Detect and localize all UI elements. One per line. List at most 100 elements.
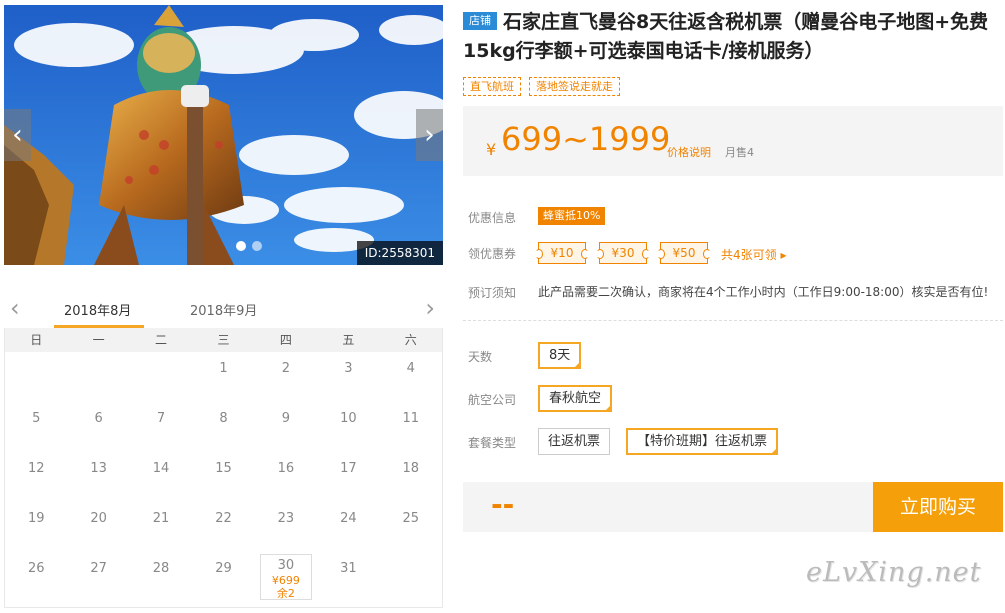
calendar-prev-month-chevron-left-icon[interactable]: ‹ <box>10 294 20 322</box>
gallery-dot-1[interactable] <box>236 241 246 251</box>
option-package-roundtrip[interactable]: 往返机票 <box>538 428 611 455</box>
price-panel: ¥ 699~1999 价格说明 月售4 <box>463 106 1003 176</box>
airline-label: 航空公司 <box>468 393 517 407</box>
calendar-day-number: 16 <box>277 461 295 476</box>
weekday-label: 六 <box>404 333 417 347</box>
calendar-day: 8 <box>192 402 254 452</box>
calendar-day-number: 7 <box>156 411 166 426</box>
calendar-day-number: 2 <box>281 361 291 376</box>
calendar-day-number: 1 <box>219 361 228 376</box>
price-range: 699~1999 <box>501 120 671 158</box>
product-tags: 直飞航班 落地签说走就走 <box>463 77 620 96</box>
price-explanation-link[interactable]: 价格说明 <box>667 144 711 160</box>
calendar-empty-cell <box>67 352 129 402</box>
calendar-day: 17 <box>317 452 379 502</box>
calendar-day: 10 <box>317 402 379 452</box>
calendar-day-number: 22 <box>215 511 232 526</box>
calendar-day-number: 28 <box>152 561 170 576</box>
calendar-days: 1 2 3 4 5 6 7 8 9 10 11 12 13 14 15 16 17 18 19 20 21 22 23 24 2… <box>5 352 442 602</box>
calendar-day-number: 3 <box>344 361 353 376</box>
product-title-block: 店铺 石家庄直飞曼谷8天往返含税机票（赠曼谷电子地图+免费15kg行李额+可选泰国… <box>463 8 1003 66</box>
gallery-next-button[interactable]: › <box>416 109 443 161</box>
calendar-day: 5 <box>5 402 67 452</box>
option-airline-spring[interactable]: 春秋航空 <box>538 385 613 412</box>
calendar-next-month-chevron-right-icon[interactable]: › <box>425 294 435 322</box>
coupon-10[interactable]: ¥10 <box>535 242 589 264</box>
calendar-day: 12 <box>5 452 67 502</box>
calendar-day: 18 <box>380 452 442 502</box>
departure-calendar: ‹ 2018年8月 2018年9月 › 日 一 二 三 四 五 六 123456… <box>4 292 443 608</box>
calendar-day: 24 <box>317 502 379 552</box>
gallery-pagination-dots <box>236 241 262 251</box>
calendar-day-number: 24 <box>340 511 357 526</box>
image-id-label: ID:2558301 <box>356 241 443 265</box>
gallery-dot-2[interactable] <box>252 241 262 251</box>
calendar-day-number: 5 <box>32 411 41 426</box>
calendar-day-number: 14 <box>152 461 170 476</box>
calendar-day-number: 8 <box>219 411 228 426</box>
calendar-day-number: 17 <box>340 461 357 476</box>
calendar-day: 26 <box>5 552 67 602</box>
calendar-day: 29 <box>192 552 254 602</box>
promo-info-label: 优惠信息 <box>468 211 517 225</box>
weekday-label: 二 <box>155 333 168 347</box>
calendar-tab-month-1[interactable]: 2018年8月 <box>64 300 131 319</box>
calendar-day-number: 26 <box>27 561 45 576</box>
coupon-30[interactable]: ¥30 <box>596 242 650 264</box>
product-title: 石家庄直飞曼谷8天往返含税机票（赠曼谷电子地图+免费15kg行李额+可选泰国电话… <box>463 11 989 62</box>
calendar-day-number: 9 <box>281 411 291 426</box>
calendar-day-number: 10 <box>340 411 357 426</box>
coupon-50[interactable]: ¥50 <box>657 242 711 264</box>
calendar-day-number: 25 <box>402 511 420 526</box>
shop-badge: 店铺 <box>463 12 497 30</box>
calendar-day: 19 <box>5 502 67 552</box>
calendar-day: 23 <box>255 502 317 552</box>
calendar-day-stock: 余2 <box>276 587 295 600</box>
calendar-day: 11 <box>380 402 442 452</box>
calendar-tab-month-2[interactable]: 2018年9月 <box>190 300 257 319</box>
calendar-day: 22 <box>192 502 254 552</box>
option-package-special-roundtrip[interactable]: 【特价班期】往返机票 <box>626 428 779 455</box>
calendar-day-number: 12 <box>27 461 45 476</box>
calendar-day: 6 <box>67 402 129 452</box>
calendar-day: 13 <box>67 452 129 502</box>
currency-symbol: ¥ <box>486 140 497 159</box>
buy-now-button[interactable]: 立即购买 <box>873 482 1003 532</box>
purchase-bar: -- 立即购买 <box>463 482 1003 532</box>
calendar-grid: 日 一 二 三 四 五 六 1 2 3 4 5 6 7 8 9 10 11 12 13 14 15 16 17 1… <box>4 328 443 608</box>
calendar-day-number: 6 <box>94 411 103 426</box>
weekday-label: 一 <box>92 333 105 347</box>
weekday-label: 五 <box>342 333 355 347</box>
coupon-more-link[interactable]: 共4张可领 ▸ <box>721 246 786 263</box>
product-tag: 直飞航班 <box>463 77 521 96</box>
calendar-day: 9 <box>255 402 317 452</box>
gallery-prev-button[interactable]: ‹ <box>4 109 31 161</box>
calendar-day-number: 23 <box>277 511 295 526</box>
calendar-empty-cell <box>130 352 192 402</box>
calendar-day: 1 <box>192 352 254 402</box>
calendar-day-available[interactable]: 30 ¥699 余2 <box>259 554 313 600</box>
calendar-day: 20 <box>67 502 129 552</box>
calendar-day-price: ¥699 <box>271 574 300 587</box>
monthly-sales: 月售4 <box>725 146 754 159</box>
calendar-day: 27 <box>67 552 129 602</box>
days-label: 天数 <box>468 350 493 364</box>
calendar-day: 28 <box>130 552 192 602</box>
calendar-day-number: 19 <box>27 511 45 526</box>
promo-badge: 蜂蜜抵10% <box>538 207 606 225</box>
calendar-day-number: 21 <box>152 511 170 526</box>
calendar-day: 3 <box>317 352 379 402</box>
calendar-day: 15 <box>192 452 254 502</box>
weekday-label: 三 <box>217 333 230 347</box>
calendar-day-number: 27 <box>90 561 107 576</box>
section-divider <box>463 320 1003 321</box>
weekday-label: 日 <box>30 333 43 347</box>
weekday-label: 四 <box>279 333 292 347</box>
calendar-day-number: 4 <box>406 361 415 376</box>
calendar-day: 25 <box>380 502 442 552</box>
product-image-gallery[interactable]: ‹ › ID:2558301 <box>4 5 443 265</box>
calendar-day: 7 <box>130 402 192 452</box>
calendar-day: 21 <box>130 502 192 552</box>
option-days-8[interactable]: 8天 <box>538 342 582 369</box>
booking-notice-label: 预订须知 <box>468 286 517 300</box>
